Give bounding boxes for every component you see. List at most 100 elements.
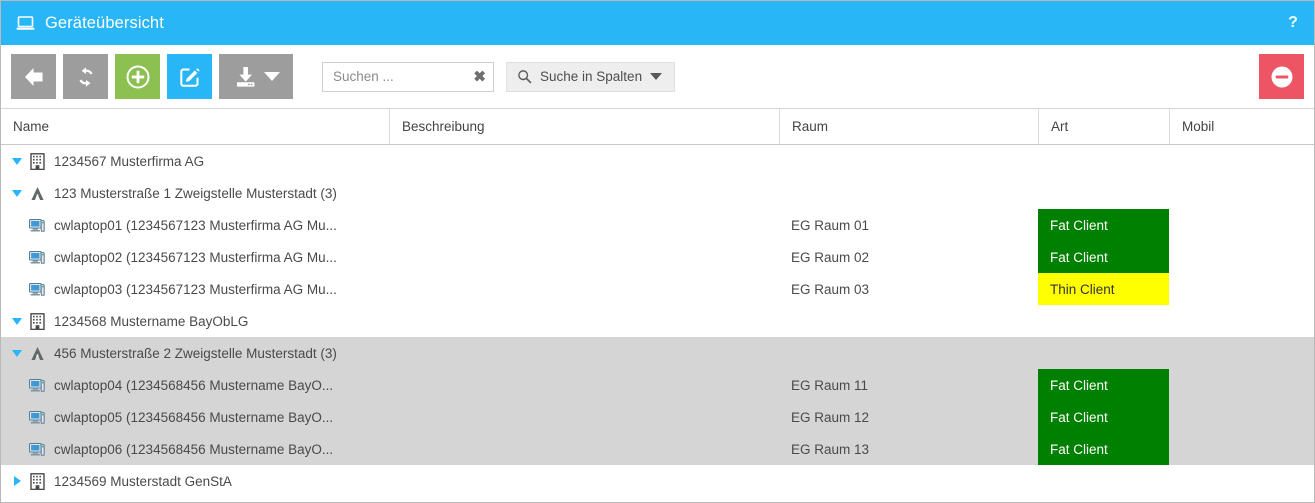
column-search-label: Suche in Spalten [540,69,643,84]
cell-mob[interactable] [1169,177,1314,209]
expander-collapse-icon[interactable] [9,317,25,325]
road-sign-icon [28,346,46,361]
cell-art[interactable]: Fat Client [1038,433,1169,465]
row-label: cwlaptop04 (1234568456 Mustername BayO..… [54,377,334,393]
cell-desc[interactable] [389,369,779,401]
column-header-art[interactable]: Art [1038,109,1169,144]
cell-art[interactable] [1038,177,1169,209]
cell-name[interactable]: 1234568 Mustername BayObLG [1,305,389,337]
cell-art[interactable]: Fat Client [1038,369,1169,401]
column-header-raum[interactable]: Raum [779,109,1038,144]
cell-name[interactable]: cwlaptop04 (1234568456 Mustername BayO..… [1,369,389,401]
expander-expand-icon[interactable] [9,476,25,486]
help-button[interactable]: ? [1282,8,1304,38]
table-row[interactable]: 1234569 Musterstadt GenStA [1,465,1314,497]
cell-desc[interactable] [389,305,779,337]
cell-name[interactable]: 456 Musterstraße 2 Zweigstelle Mustersta… [1,337,389,369]
edit-button[interactable] [167,54,212,99]
cell-desc[interactable] [389,337,779,369]
table-row[interactable]: 456 Musterstraße 2 Zweigstelle Mustersta… [1,337,1314,369]
row-label: cwlaptop05 (1234568456 Mustername BayO..… [54,409,334,425]
cell-mob[interactable] [1169,433,1314,465]
table-row[interactable]: cwlaptop01 (1234567123 Musterfirma AG Mu… [1,209,1314,241]
cell-raum[interactable]: EG Raum 03 [779,273,1038,305]
cell-art[interactable] [1038,465,1169,497]
cell-mob[interactable] [1169,145,1314,177]
window-title-bar: Geräteübersicht ? [1,1,1314,45]
computer-icon [28,442,46,457]
cell-art[interactable] [1038,305,1169,337]
table-row[interactable]: cwlaptop04 (1234568456 Mustername BayO..… [1,369,1314,401]
column-header-name[interactable]: Name [1,109,389,144]
cell-art[interactable]: Fat Client [1038,209,1169,241]
cell-mob[interactable] [1169,305,1314,337]
column-search-dropdown[interactable]: Suche in Spalten [506,61,676,92]
cell-raum[interactable]: EG Raum 12 [779,401,1038,433]
cell-art[interactable]: Fat Client [1038,401,1169,433]
cell-raum[interactable]: EG Raum 01 [779,209,1038,241]
column-header-mobil[interactable]: Mobil [1169,109,1314,144]
cell-name[interactable]: 1234567 Musterfirma AG [1,145,389,177]
back-button[interactable] [11,54,56,99]
search-input[interactable] [322,61,494,92]
cell-mob[interactable] [1169,465,1314,497]
refresh-button[interactable] [63,54,108,99]
cell-mob[interactable] [1169,273,1314,305]
cell-raum[interactable] [779,305,1038,337]
cell-art[interactable]: Thin Client [1038,273,1169,305]
row-label: 1234568 Mustername BayObLG [54,313,249,329]
cell-desc[interactable] [389,241,779,273]
expander-collapse-icon[interactable] [9,349,25,357]
clear-search-icon[interactable]: ✖ [473,69,486,84]
table-row[interactable]: 1234567 Musterfirma AG [1,145,1314,177]
cell-raum[interactable] [779,465,1038,497]
cell-mob[interactable] [1169,241,1314,273]
cell-name[interactable]: 123 Musterstraße 1 Zweigstelle Mustersta… [1,177,389,209]
cell-mob[interactable] [1169,209,1314,241]
table-row[interactable]: 123 Musterstraße 1 Zweigstelle Mustersta… [1,177,1314,209]
cell-mob[interactable] [1169,369,1314,401]
cell-name[interactable]: cwlaptop05 (1234568456 Mustername BayO..… [1,401,389,433]
cell-desc[interactable] [389,465,779,497]
cell-raum[interactable] [779,145,1038,177]
table-header-row: Name Beschreibung Raum Art Mobil [1,109,1314,145]
expander-collapse-icon[interactable] [9,157,25,165]
building-icon [28,472,46,490]
cell-desc[interactable] [389,177,779,209]
toolbar: ✖ Suche in Spalten [1,45,1314,109]
cell-raum[interactable] [779,337,1038,369]
cell-name[interactable]: 1234569 Musterstadt GenStA [1,465,389,497]
cell-desc[interactable] [389,273,779,305]
table-row[interactable]: cwlaptop06 (1234568456 Mustername BayO..… [1,433,1314,465]
export-button[interactable] [219,54,293,99]
cell-desc[interactable] [389,145,779,177]
cell-desc[interactable] [389,209,779,241]
cell-mob[interactable] [1169,337,1314,369]
expander-collapse-icon[interactable] [9,189,25,197]
cell-raum[interactable]: EG Raum 02 [779,241,1038,273]
chevron-down-icon [264,72,280,81]
cell-desc[interactable] [389,433,779,465]
cell-art[interactable] [1038,337,1169,369]
cell-desc[interactable] [389,401,779,433]
computer-icon [28,378,46,393]
cell-name[interactable]: cwlaptop06 (1234568456 Mustername BayO..… [1,433,389,465]
table-row[interactable]: cwlaptop02 (1234567123 Musterfirma AG Mu… [1,241,1314,273]
cell-art[interactable] [1038,145,1169,177]
cell-name[interactable]: cwlaptop02 (1234567123 Musterfirma AG Mu… [1,241,389,273]
cell-name[interactable]: cwlaptop01 (1234567123 Musterfirma AG Mu… [1,209,389,241]
cell-raum[interactable] [779,177,1038,209]
cell-raum[interactable]: EG Raum 13 [779,433,1038,465]
table-row[interactable]: cwlaptop05 (1234568456 Mustername BayO..… [1,401,1314,433]
table-empty-area [1,497,1314,502]
table-row[interactable]: 1234568 Mustername BayObLG [1,305,1314,337]
cell-raum[interactable]: EG Raum 11 [779,369,1038,401]
table-row[interactable]: cwlaptop03 (1234567123 Musterfirma AG Mu… [1,273,1314,305]
row-label: 456 Musterstraße 2 Zweigstelle Mustersta… [54,345,337,361]
cell-name[interactable]: cwlaptop03 (1234567123 Musterfirma AG Mu… [1,273,389,305]
delete-button[interactable] [1259,54,1304,99]
cell-art[interactable]: Fat Client [1038,241,1169,273]
cell-mob[interactable] [1169,401,1314,433]
column-header-beschreibung[interactable]: Beschreibung [389,109,779,144]
add-button[interactable] [115,54,160,99]
